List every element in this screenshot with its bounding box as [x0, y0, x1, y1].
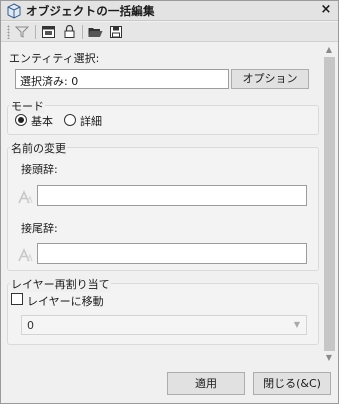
layer-title: レイヤー再割り当て	[10, 276, 111, 292]
toolbar	[1, 22, 338, 42]
mode-basic-label: 基本	[31, 115, 53, 128]
title-bar: オブジェクトの一括編集 ×	[1, 1, 338, 21]
close-button[interactable]: 閉じる(&C)	[253, 372, 331, 395]
prefix-input[interactable]	[37, 185, 307, 206]
chevron-down-icon: ▼	[293, 320, 300, 329]
close-icon[interactable]: ×	[319, 3, 333, 17]
window-icon[interactable]	[39, 24, 57, 40]
toolbar-separator	[82, 24, 83, 39]
options-panel: エンティティ選択: 選択済み: 0 オプション モード 基本 詳細 名前の変更 …	[3, 43, 321, 365]
move-to-layer-label: レイヤーに移動	[27, 295, 104, 308]
scroll-down-icon[interactable]: ▼	[321, 351, 337, 365]
toolbar-separator	[35, 24, 36, 39]
suffix-label: 接尾辞:	[21, 222, 58, 235]
affix-format-icon	[18, 248, 33, 262]
apply-button[interactable]: 適用	[167, 372, 245, 395]
mode-group	[7, 105, 319, 135]
save-icon[interactable]	[107, 24, 125, 40]
rename-title: 名前の変更	[10, 140, 67, 156]
vertical-scrollbar[interactable]: ▲ ▼	[321, 43, 337, 365]
suffix-input[interactable]	[37, 243, 307, 264]
layer-select-value: 0	[27, 319, 34, 332]
filter-icon[interactable]	[13, 24, 31, 40]
bulk-edit-window: オブジェクトの一括編集 × エンティティ選択: 選択済み: 0 オプション モー…	[0, 0, 339, 404]
toolbar-grip[interactable]	[7, 24, 10, 39]
object-cube-icon	[7, 2, 21, 19]
prefix-label: 接頭辞:	[21, 163, 58, 176]
dialog-footer: 適用 閉じる(&C)	[1, 365, 338, 403]
mode-detail-label: 詳細	[80, 115, 102, 128]
options-button[interactable]: オプション	[231, 69, 309, 89]
layer-select[interactable]: 0 ▼	[21, 315, 307, 335]
affix-format-icon	[18, 190, 33, 204]
scrollbar-thumb[interactable]	[324, 57, 335, 351]
lock-icon[interactable]	[60, 24, 78, 40]
window-title: オブジェクトの一括編集	[26, 3, 155, 18]
move-to-layer-checkbox[interactable]	[11, 293, 23, 305]
open-folder-icon[interactable]	[86, 24, 104, 40]
entity-selection-label: エンティティ選択:	[9, 52, 100, 65]
selected-count-field: 選択済み: 0	[15, 69, 229, 89]
mode-title: モード	[10, 98, 45, 114]
mode-detail-radio[interactable]	[64, 114, 76, 126]
mode-basic-radio[interactable]	[15, 114, 27, 126]
scroll-up-icon[interactable]: ▲	[321, 43, 337, 57]
